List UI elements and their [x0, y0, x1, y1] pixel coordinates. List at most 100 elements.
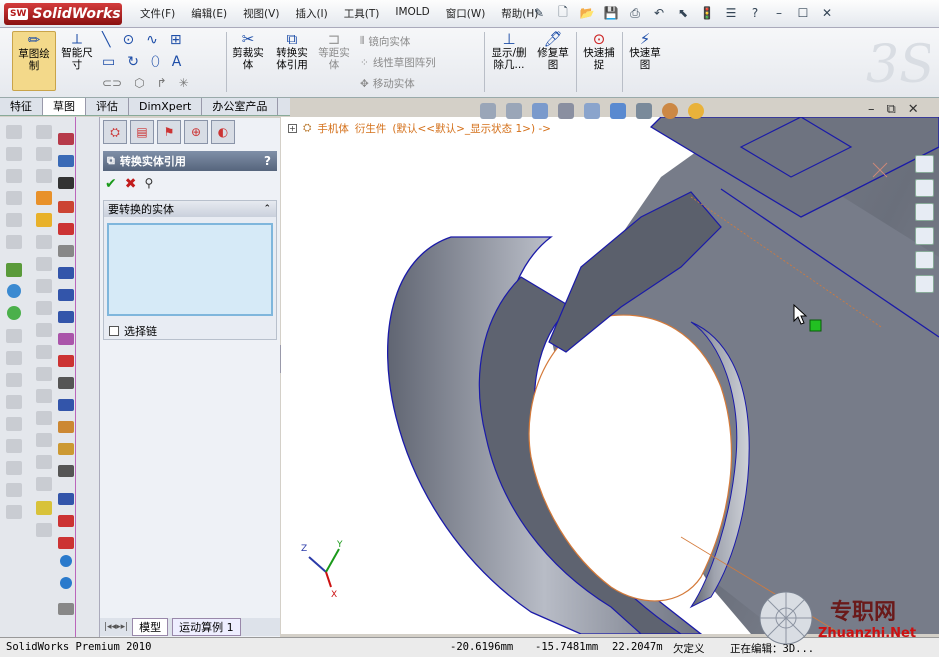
coord-x: -20.6196mm [450, 641, 514, 653]
view-palette-icon[interactable] [915, 227, 934, 245]
open-icon[interactable]: 📂 [578, 4, 596, 22]
smart-dim-label: 智能尺 寸 [61, 47, 93, 71]
pushpin-icon[interactable]: ⚲ [144, 176, 153, 192]
feature-manager-tab[interactable]: ⛭ [103, 120, 127, 144]
select-icon[interactable]: ⬉ [674, 4, 692, 22]
site-watermark: 专职网 Zhuanzhi.Net [758, 590, 938, 646]
appearance-icon[interactable] [662, 103, 678, 119]
sketch-label: 草图绘 制 [18, 48, 50, 72]
menu-edit[interactable]: 编辑(E) [183, 6, 235, 21]
custom-properties-icon[interactable] [915, 275, 934, 293]
group-header[interactable]: 要转换的实体 ⌃ [104, 201, 276, 217]
view-orientation-icon[interactable] [584, 103, 600, 119]
nav-arrows-icon[interactable]: |◂◂▸▸| [104, 622, 128, 632]
repair-sketch-button[interactable]: 🖊 修复草 图 [534, 32, 572, 72]
doc-minimize-icon[interactable]: – [868, 102, 875, 117]
doc-close-icon[interactable]: ✕ [908, 102, 919, 117]
spline-icon[interactable]: ∿ [146, 32, 158, 48]
entities-selection-box[interactable] [107, 223, 273, 316]
select-chain-option[interactable]: 选择链 [109, 323, 157, 339]
dimension-icon: ⟂ [71, 30, 82, 48]
menu-insert[interactable]: 插入(I) [287, 6, 335, 21]
text-icon[interactable]: A [172, 54, 182, 70]
quick-snaps-button[interactable]: ⊙ 快速捕 捉 [580, 32, 618, 72]
graphics-area[interactable]: Z Y X [281, 117, 939, 634]
fillet-icon[interactable]: ↱ [157, 76, 167, 90]
linear-pattern-button[interactable]: ⁘ 线性草图阵列 [360, 55, 436, 70]
options-icon[interactable]: ☰ [722, 4, 740, 22]
grid-icon[interactable]: ⊞ [170, 32, 182, 48]
mirror-entities-button[interactable]: ⫴ 镜向实体 [360, 34, 410, 49]
undo-icon[interactable]: ↶ [650, 4, 668, 22]
property-manager-tab[interactable]: ▤ [130, 120, 154, 144]
scene-icon[interactable] [688, 103, 704, 119]
save-icon[interactable]: 💾 [602, 4, 620, 22]
display-delete-relations-button[interactable]: ⊥ 显示/删 除几... [488, 32, 530, 72]
part-icon: ⛭ [303, 122, 312, 134]
app-logo[interactable]: SW SolidWorks [4, 3, 122, 25]
tab-office[interactable]: 办公室产品 [202, 98, 279, 115]
sketch-button[interactable]: ✏ 草图绘 制 [12, 31, 56, 91]
tab-evaluate[interactable]: 评估 [86, 98, 129, 115]
arc-icon[interactable]: ↻ [127, 54, 139, 70]
menu-view[interactable]: 视图(V) [235, 6, 287, 21]
appearances-icon[interactable] [915, 251, 934, 269]
offset-label: 等距实 体 [318, 47, 350, 71]
file-explorer-icon[interactable] [915, 203, 934, 221]
tab-model[interactable]: 模型 [132, 618, 169, 636]
config-label: (默认<<默认>_显示状态 1>) -> [392, 123, 551, 135]
display-style-icon[interactable] [610, 103, 626, 119]
print-icon[interactable]: ⎙ [626, 4, 644, 22]
tab-features[interactable]: 特征 [0, 98, 43, 115]
part-name[interactable]: 手机体 [317, 121, 349, 136]
expand-icon[interactable]: + [288, 124, 297, 133]
slot-icon[interactable]: ⊂⊃ [102, 76, 122, 90]
rapid-sketch-button[interactable]: ⚡ 快速草 图 [626, 32, 664, 72]
definition-status: 欠定义 [673, 643, 705, 655]
svg-text:X: X [331, 590, 337, 600]
minimize-icon[interactable]: – [770, 4, 788, 22]
line-icon[interactable]: ╲ [102, 32, 110, 48]
move-entities-button[interactable]: ✥ 移动实体 [360, 76, 415, 91]
rebuild-icon[interactable]: 🚦 [698, 4, 716, 22]
configuration-manager-tab[interactable]: ⚑ [157, 120, 181, 144]
circle-icon[interactable]: ⊙ [122, 32, 134, 48]
zoom-fit-icon[interactable] [480, 103, 496, 119]
select-chain-checkbox[interactable] [109, 326, 119, 336]
doc-restore-icon[interactable]: ⧉ [887, 102, 896, 117]
offset-entities-button[interactable]: ⊐ 等距实 体 [314, 32, 354, 72]
menu-file[interactable]: 文件(F) [132, 6, 183, 21]
smart-dimension-button[interactable]: ⟂ 智能尺 寸 [58, 30, 96, 72]
maximize-icon[interactable]: ☐ [794, 4, 812, 22]
polygon-icon[interactable]: ⬡ [134, 76, 144, 90]
tab-sketch[interactable]: 草图 [43, 98, 86, 115]
menu-imold[interactable]: IMOLD [387, 6, 437, 21]
pin-icon[interactable]: ✎ [530, 4, 548, 22]
collapse-icon[interactable]: ⌃ [263, 204, 271, 214]
ok-icon[interactable]: ✔ [105, 176, 117, 192]
new-icon[interactable]: 🗋 [554, 4, 572, 22]
previous-view-icon[interactable] [532, 103, 548, 119]
tab-dimxpert[interactable]: DimXpert [129, 98, 203, 115]
point-icon[interactable]: ✳ [179, 76, 189, 90]
pattern-label: 线性草图阵列 [372, 57, 436, 69]
menu-window[interactable]: 窗口(W) [438, 6, 494, 21]
ellipse-icon[interactable]: ⬯ [151, 54, 160, 70]
help-icon[interactable]: ? [746, 4, 764, 22]
trim-entities-button[interactable]: ✂ 剪裁实 体 [228, 32, 268, 72]
home-icon[interactable] [915, 155, 934, 173]
repair-label: 修复草 图 [537, 47, 569, 71]
hide-show-icon[interactable] [636, 103, 652, 119]
help-button[interactable]: ? [264, 154, 271, 168]
cancel-icon[interactable]: ✖ [125, 176, 137, 192]
design-library-icon[interactable] [915, 179, 934, 197]
tab-motion-study[interactable]: 运动算例 1 [172, 618, 241, 636]
convert-entities-button[interactable]: ⧉ 转换实 体引用 [272, 32, 312, 72]
close-icon[interactable]: ✕ [818, 4, 836, 22]
rectangle-icon[interactable]: ▭ [102, 54, 115, 70]
menu-tools[interactable]: 工具(T) [336, 6, 388, 21]
dimxpert-manager-tab[interactable]: ⊕ [184, 120, 208, 144]
display-manager-tab[interactable]: ◐ [211, 120, 235, 144]
zoom-area-icon[interactable] [506, 103, 522, 119]
section-view-icon[interactable] [558, 103, 574, 119]
